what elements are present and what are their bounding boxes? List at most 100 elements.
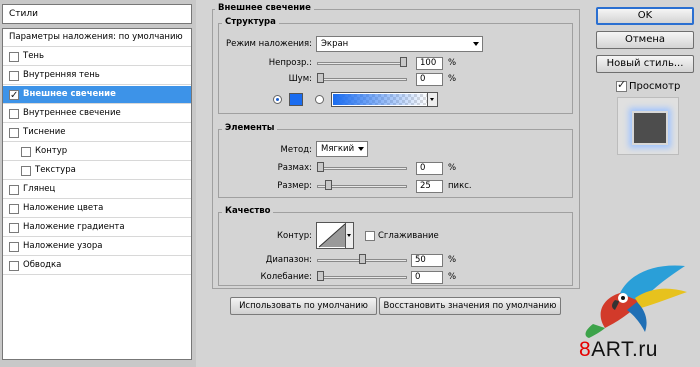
blend-options-item[interactable]: Параметры наложения: по умолчанию bbox=[3, 29, 191, 47]
contour-checkbox[interactable] bbox=[21, 147, 31, 157]
jitter-slider[interactable] bbox=[317, 276, 407, 279]
style-item-label: Внутренняя тень bbox=[23, 70, 100, 80]
opacity-slider-thumb[interactable] bbox=[400, 57, 407, 67]
preview-checkbox[interactable]: ✓ bbox=[616, 78, 627, 92]
watermark-rest: ART.ru bbox=[591, 338, 658, 361]
noise-unit: % bbox=[448, 74, 457, 84]
style-item-label: Текстура bbox=[35, 165, 76, 175]
color-overlay-checkbox[interactable] bbox=[9, 204, 19, 214]
opacity-unit: % bbox=[448, 58, 457, 68]
style-item-texture[interactable]: Текстура bbox=[3, 162, 191, 180]
style-item-label: Наложение цвета bbox=[23, 203, 104, 213]
style-item-stroke[interactable]: Обводка bbox=[3, 257, 191, 275]
drop-shadow-checkbox[interactable] bbox=[9, 52, 19, 62]
outer-glow-title: Внешнее свечение bbox=[215, 3, 314, 13]
watermark-text: 8ART.ru bbox=[579, 338, 658, 362]
chevron-down-icon bbox=[430, 98, 434, 101]
style-item-label: Глянец bbox=[23, 184, 56, 194]
styles-list: Параметры наложения: по умолчанию Тень В… bbox=[2, 28, 192, 360]
size-input[interactable]: 25 bbox=[416, 180, 443, 193]
gradient-overlay-checkbox[interactable] bbox=[9, 223, 19, 233]
range-slider-thumb[interactable] bbox=[358, 254, 366, 264]
blend-options-label: Параметры наложения: по умолчанию bbox=[9, 32, 183, 42]
inner-shadow-checkbox[interactable] bbox=[9, 71, 19, 81]
style-item-label: Внутреннее свечение bbox=[23, 108, 121, 118]
inner-glow-checkbox[interactable] bbox=[9, 109, 19, 119]
style-item-bevel[interactable]: Тиснение bbox=[3, 124, 191, 142]
style-item-label: Наложение градиента bbox=[23, 222, 125, 232]
contour-preview-icon bbox=[318, 223, 346, 248]
style-item-color-overlay[interactable]: Наложение цвета bbox=[3, 200, 191, 218]
noise-slider-thumb[interactable] bbox=[317, 73, 324, 83]
noise-input[interactable]: 0 bbox=[416, 73, 443, 86]
jitter-label: Колебание: bbox=[260, 272, 312, 282]
satin-checkbox[interactable] bbox=[9, 185, 19, 195]
bevel-checkbox[interactable] bbox=[9, 128, 19, 138]
style-item-inner-shadow[interactable]: Внутренняя тень bbox=[3, 67, 191, 85]
ok-button[interactable]: OK bbox=[596, 7, 694, 25]
style-item-label: Наложение узора bbox=[23, 241, 103, 251]
technique-value: Мягкий bbox=[321, 144, 355, 154]
elements-title: Элементы bbox=[222, 123, 278, 133]
style-item-inner-glow[interactable]: Внутреннее свечение bbox=[3, 105, 191, 123]
outer-glow-panel: Внешнее свечение Структура Режим наложен… bbox=[205, 0, 585, 367]
preview-label: Просмотр bbox=[629, 81, 681, 92]
jitter-input[interactable]: 0 bbox=[411, 271, 443, 284]
style-item-contour[interactable]: Контур bbox=[3, 143, 191, 161]
opacity-slider[interactable] bbox=[317, 62, 407, 65]
contour-picker[interactable] bbox=[316, 222, 354, 249]
style-item-satin[interactable]: Глянец bbox=[3, 181, 191, 199]
contour-dropdown-button[interactable] bbox=[345, 223, 353, 248]
style-item-gradient-overlay[interactable]: Наложение градиента bbox=[3, 219, 191, 237]
stroke-checkbox[interactable] bbox=[9, 261, 19, 271]
style-item-drop-shadow[interactable]: Тень bbox=[3, 48, 191, 66]
glow-color-swatch[interactable] bbox=[289, 93, 303, 106]
range-input[interactable]: 50 bbox=[411, 254, 443, 267]
gradient-radio[interactable] bbox=[315, 95, 324, 104]
style-preview-thumbnail bbox=[617, 97, 679, 155]
preview-square bbox=[632, 111, 668, 145]
size-slider-thumb[interactable] bbox=[325, 180, 333, 190]
reset-to-default-button[interactable]: Восстановить значения по умолчанию bbox=[379, 297, 561, 315]
style-item-pattern-overlay[interactable]: Наложение узора bbox=[3, 238, 191, 256]
spread-unit: % bbox=[448, 163, 457, 173]
style-item-outer-glow[interactable]: Внешнее свечение bbox=[3, 86, 191, 104]
quality-title: Качество bbox=[222, 206, 274, 216]
opacity-input[interactable]: 100 bbox=[416, 57, 443, 70]
antialias-checkbox[interactable] bbox=[365, 231, 375, 241]
outer-glow-checkbox[interactable] bbox=[9, 87, 19, 104]
contour-label: Контур: bbox=[276, 231, 312, 241]
color-radio[interactable] bbox=[273, 95, 282, 104]
styles-title: Стили bbox=[9, 9, 38, 19]
spread-slider[interactable] bbox=[317, 167, 407, 170]
watermark-accent: 8 bbox=[579, 338, 592, 361]
range-label: Диапазон: bbox=[265, 255, 312, 265]
noise-slider[interactable] bbox=[317, 78, 407, 81]
spread-label: Размах: bbox=[277, 163, 312, 173]
cancel-button[interactable]: Отмена bbox=[596, 31, 694, 49]
pattern-overlay-checkbox[interactable] bbox=[9, 242, 19, 252]
technique-select[interactable]: Мягкий bbox=[316, 141, 368, 157]
style-item-label: Тиснение bbox=[23, 127, 66, 137]
chevron-down-icon bbox=[347, 234, 351, 237]
size-label: Размер: bbox=[277, 181, 312, 191]
spread-slider-thumb[interactable] bbox=[317, 162, 324, 172]
antialias-label: Сглаживание bbox=[378, 231, 439, 241]
size-unit: пикс. bbox=[448, 181, 472, 191]
technique-label: Метод: bbox=[280, 145, 312, 155]
new-style-button[interactable]: Новый стиль... bbox=[596, 55, 694, 73]
styles-header[interactable]: Стили bbox=[2, 4, 192, 24]
range-unit: % bbox=[448, 255, 457, 265]
texture-checkbox[interactable] bbox=[21, 166, 31, 176]
gradient-dropdown-button[interactable] bbox=[427, 93, 437, 106]
jitter-unit: % bbox=[448, 272, 457, 282]
gradient-picker[interactable] bbox=[331, 92, 438, 107]
jitter-slider-thumb[interactable] bbox=[317, 271, 324, 281]
spread-input[interactable]: 0 bbox=[416, 162, 443, 175]
blend-mode-select[interactable]: Экран bbox=[316, 36, 483, 52]
style-item-label: Внешнее свечение bbox=[23, 89, 116, 99]
chevron-down-icon bbox=[358, 147, 364, 151]
radio-dot-icon bbox=[276, 98, 279, 101]
make-default-button[interactable]: Использовать по умолчанию bbox=[230, 297, 377, 315]
blend-mode-label: Режим наложения: bbox=[226, 39, 312, 49]
